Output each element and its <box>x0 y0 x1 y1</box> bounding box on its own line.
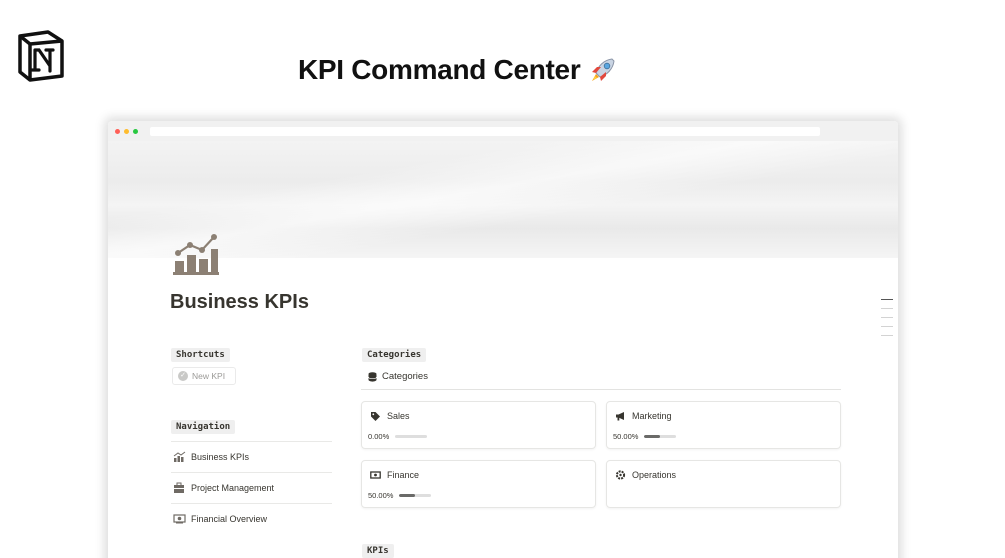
address-bar[interactable] <box>150 126 820 136</box>
progress-bar <box>644 435 677 438</box>
category-card-operations[interactable]: Operations <box>606 460 841 508</box>
card-title: Operations <box>632 470 677 480</box>
progress-bar <box>395 435 428 438</box>
chart-icon <box>173 234 219 275</box>
nav-item-label: Project Management <box>191 483 275 493</box>
nav-item-label: Business KPIs <box>191 452 250 462</box>
kpis-label: KPIs <box>362 544 394 558</box>
nav-item-project-management[interactable]: Project Management <box>171 472 332 503</box>
navigation-list: Business KPIs Project Management Financi… <box>171 441 332 534</box>
briefcase-icon <box>174 482 184 493</box>
megaphone-icon <box>616 412 624 421</box>
divider <box>361 389 841 390</box>
gear-icon <box>615 470 626 480</box>
promo-title: KPI Command Center <box>298 54 618 86</box>
browser-window: Business KPIs Shortcuts ✓ New KPI Naviga… <box>108 121 898 558</box>
check-circle-icon: ✓ <box>178 371 188 381</box>
new-kpi-label: New KPI <box>192 371 226 381</box>
money-icon <box>173 514 186 524</box>
cash-icon <box>370 471 381 479</box>
navigation-label: Navigation <box>171 420 236 434</box>
page-title: Business KPIs <box>170 291 309 313</box>
categories-view-title[interactable]: Categories <box>368 371 428 382</box>
card-title: Finance <box>387 470 420 480</box>
tag-icon <box>371 412 380 421</box>
new-kpi-button[interactable]: ✓ New KPI <box>172 367 236 385</box>
categories-label: Categories <box>362 348 427 362</box>
close-window-button[interactable] <box>115 128 120 134</box>
progress-bar <box>399 494 432 497</box>
nav-item-business-kpis[interactable]: Business KPIs <box>171 441 332 472</box>
shortcuts-label: Shortcuts <box>171 348 230 362</box>
page-cover <box>108 141 898 258</box>
browser-chrome <box>108 121 898 141</box>
progress-percent: 0.00% <box>368 432 390 441</box>
category-card-finance[interactable]: Finance 50.00% <box>361 460 596 508</box>
category-card-sales[interactable]: Sales 0.00% <box>361 401 596 449</box>
minimize-window-button[interactable] <box>124 128 129 134</box>
rocket-icon <box>592 58 615 81</box>
maximize-window-button[interactable] <box>133 128 138 134</box>
outline-indicator[interactable] <box>881 299 893 344</box>
category-card-marketing[interactable]: Marketing 50.00% <box>606 401 841 449</box>
progress-percent: 50.00% <box>368 491 394 500</box>
notion-logo-icon <box>18 30 64 82</box>
database-icon <box>368 371 377 382</box>
nav-item-financial-overview[interactable]: Financial Overview <box>171 503 332 534</box>
progress-percent: 50.00% <box>613 432 639 441</box>
nav-item-label: Financial Overview <box>191 514 268 524</box>
chart-icon <box>173 451 186 462</box>
card-title: Sales <box>387 411 410 421</box>
card-title: Marketing <box>632 411 672 421</box>
